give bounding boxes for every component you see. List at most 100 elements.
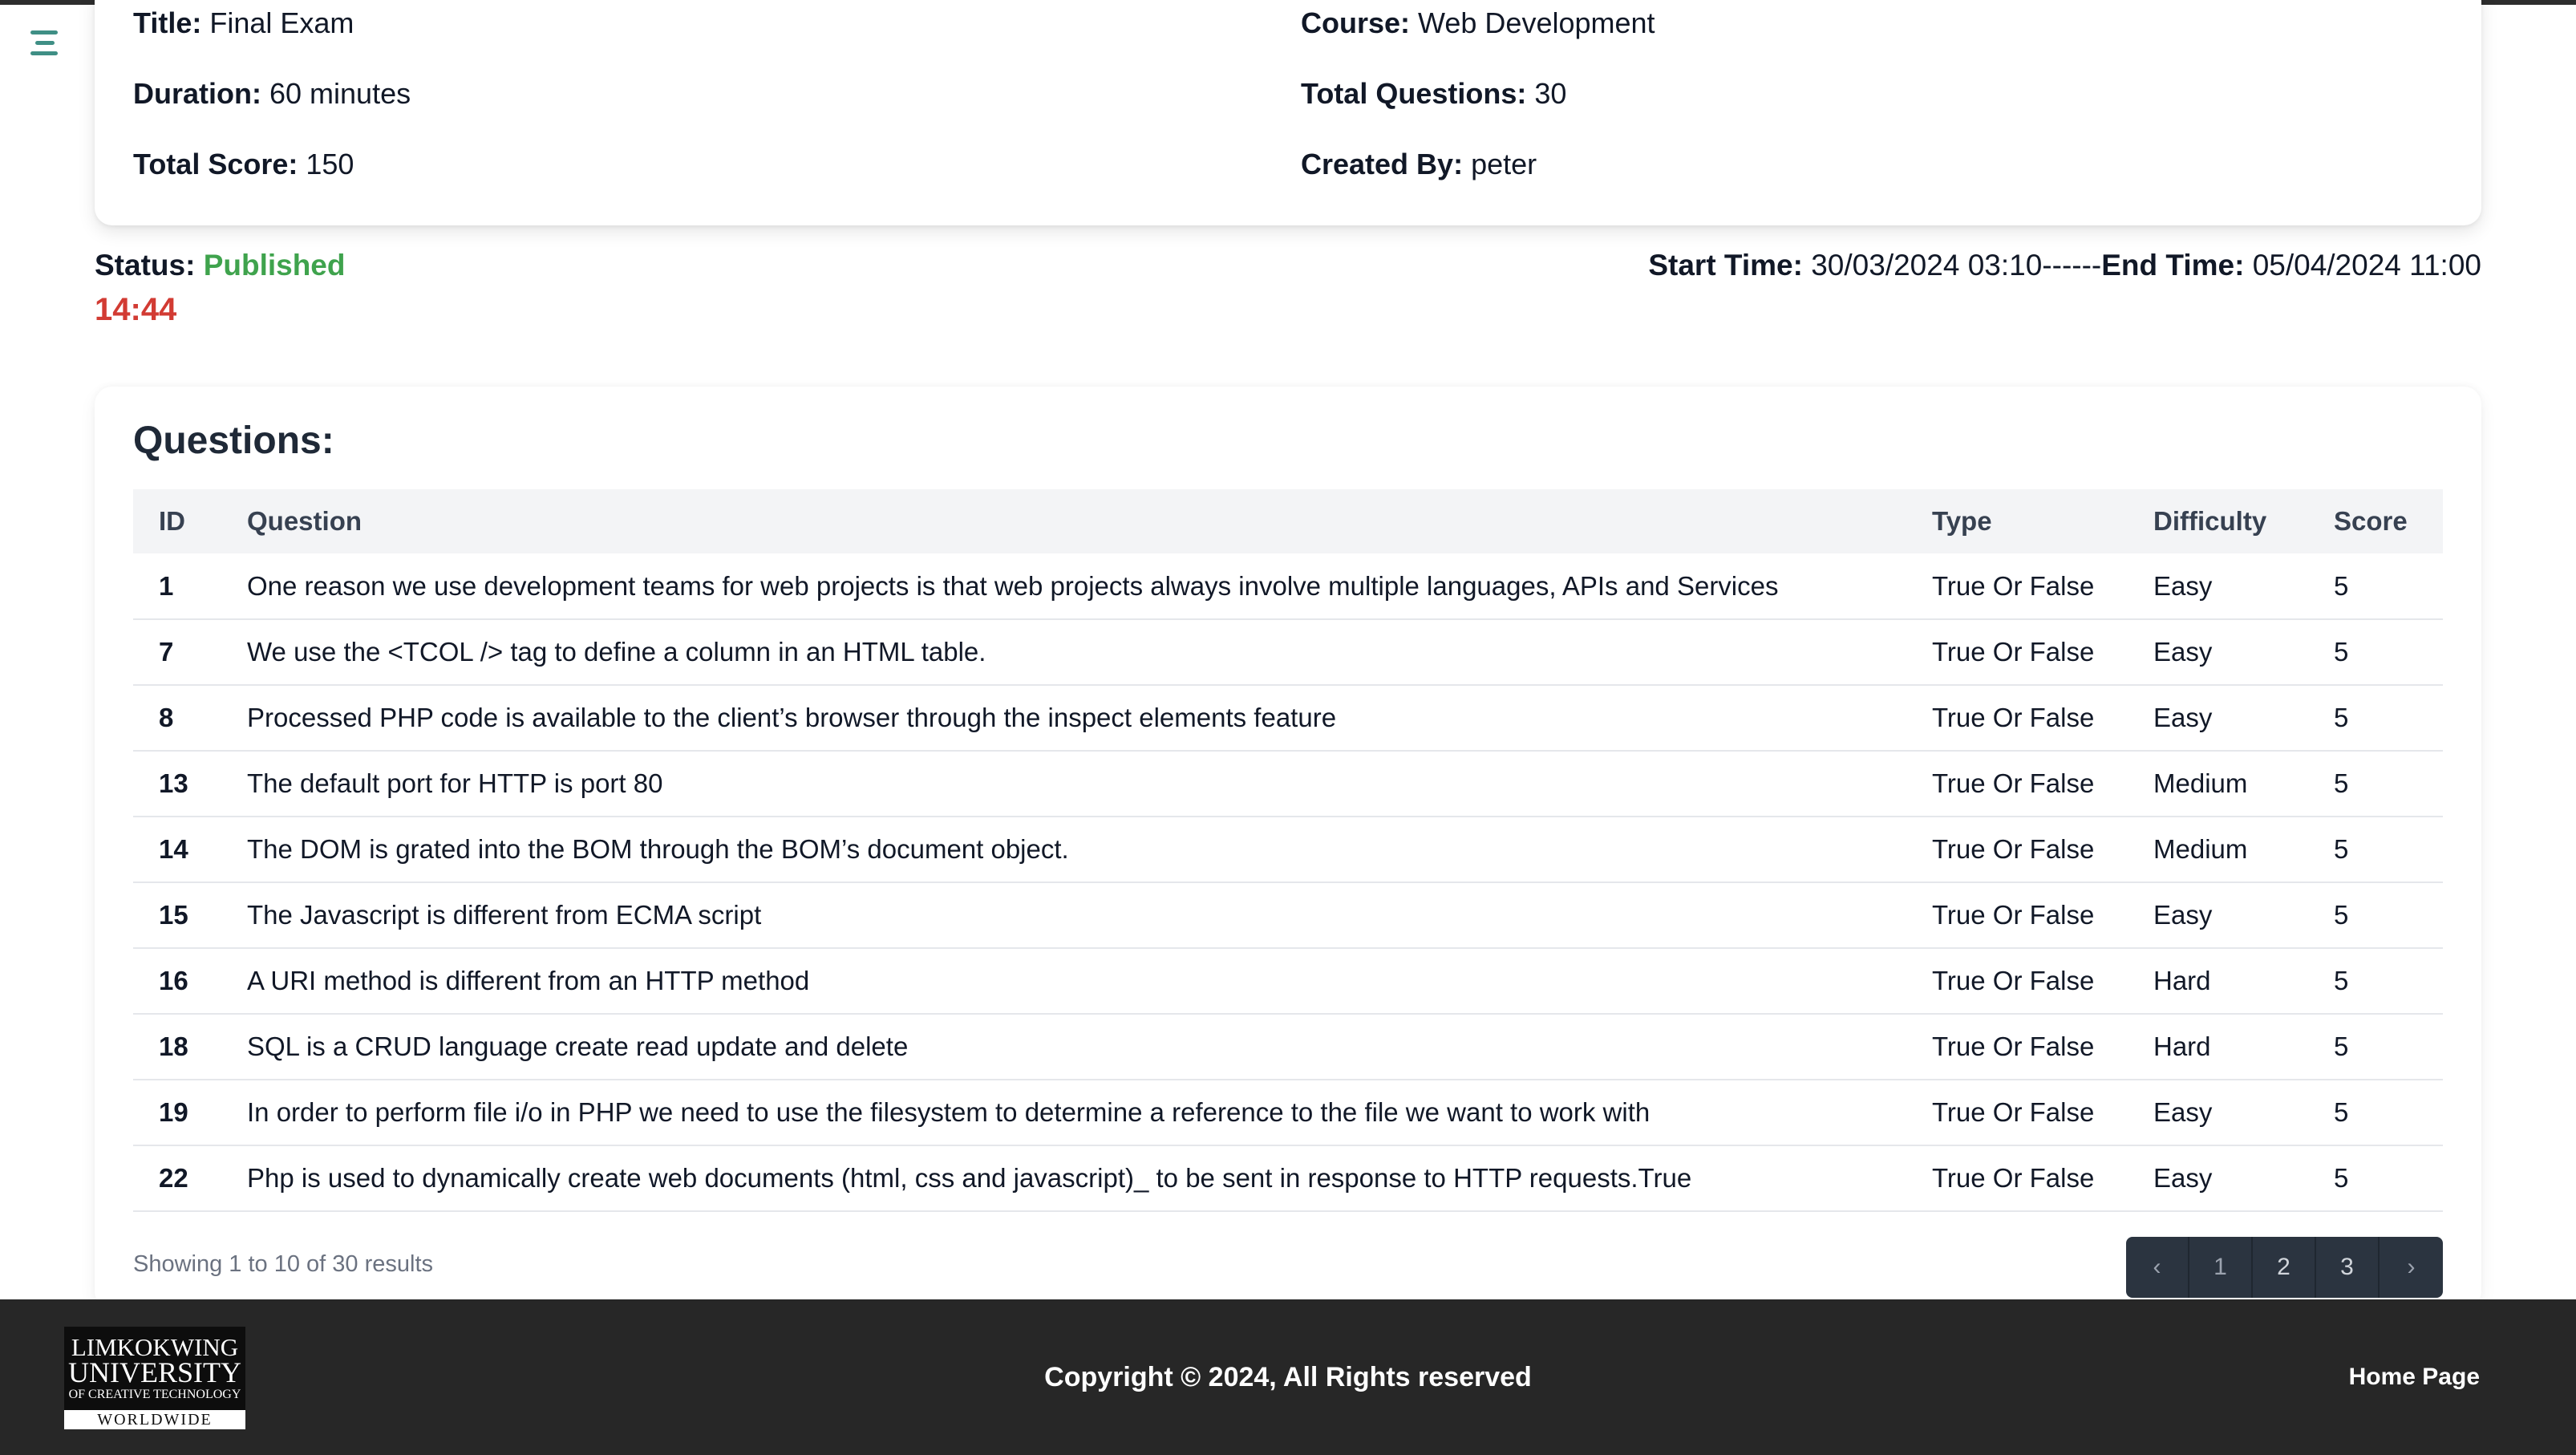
question-type: True Or False bbox=[1906, 1145, 2128, 1212]
question-type: True Or False bbox=[1906, 1080, 2128, 1146]
exam-duration-label: Duration: bbox=[133, 77, 261, 110]
table-row: 22 Php is used to dynamically create web… bbox=[133, 1145, 2443, 1212]
question-type: True Or False bbox=[1906, 751, 2128, 817]
question-type: True Or False bbox=[1906, 619, 2128, 686]
table-row: 19 In order to perform file i/o in PHP w… bbox=[133, 1080, 2443, 1146]
question-id: 15 bbox=[133, 882, 221, 949]
question-difficulty: Medium bbox=[2128, 751, 2308, 817]
page-3-button[interactable]: 3 bbox=[2316, 1237, 2380, 1298]
exam-total-questions-value: 30 bbox=[1534, 77, 1567, 110]
exam-created-by-value: peter bbox=[1471, 148, 1537, 180]
page-footer: LIMKOKWING UNIVERSITY OF CREATIVE TECHNO… bbox=[0, 1299, 2576, 1455]
question-id: 14 bbox=[133, 817, 221, 883]
exam-status: Status: Published bbox=[95, 249, 346, 282]
table-row: 15 The Javascript is different from ECMA… bbox=[133, 882, 2443, 949]
column-header-type: Type bbox=[1932, 506, 1992, 536]
question-text: A URI method is different from an HTTP m… bbox=[221, 948, 1906, 1015]
question-difficulty: Hard bbox=[2128, 1014, 2308, 1080]
question-score: 5 bbox=[2308, 1145, 2443, 1212]
question-type: True Or False bbox=[1906, 685, 2128, 752]
exam-created-by-field: Created By: peter bbox=[1301, 148, 1537, 181]
question-id: 19 bbox=[133, 1080, 221, 1146]
countdown-timer: 14:44 bbox=[95, 292, 177, 327]
pagination: ‹ 1 2 3 › bbox=[2126, 1237, 2443, 1298]
exam-title-label: Title: bbox=[133, 6, 202, 39]
question-score: 5 bbox=[2308, 882, 2443, 949]
question-text: The Javascript is different from ECMA sc… bbox=[221, 882, 1906, 949]
exam-total-score-field: Total Score: 150 bbox=[133, 148, 354, 181]
page-1-button[interactable]: 1 bbox=[2189, 1237, 2253, 1298]
question-id: 1 bbox=[133, 553, 221, 620]
question-score: 5 bbox=[2308, 948, 2443, 1015]
exam-total-questions-field: Total Questions: 30 bbox=[1301, 77, 1566, 111]
question-type: True Or False bbox=[1906, 882, 2128, 949]
question-id: 18 bbox=[133, 1014, 221, 1080]
time-separator: ------ bbox=[2042, 249, 2102, 282]
exam-total-score-value: 150 bbox=[306, 148, 354, 180]
table-row: 13 The default port for HTTP is port 80 … bbox=[133, 751, 2443, 817]
exam-total-score-label: Total Score: bbox=[133, 148, 298, 180]
question-score: 5 bbox=[2308, 751, 2443, 817]
column-header-id: ID bbox=[159, 506, 185, 536]
question-difficulty: Easy bbox=[2128, 685, 2308, 752]
table-header-row: ID Question Type Difficulty Score bbox=[133, 489, 2443, 553]
question-text: The default port for HTTP is port 80 bbox=[221, 751, 1906, 817]
status-value: Published bbox=[203, 249, 346, 282]
column-header-question: Question bbox=[247, 506, 363, 536]
exam-duration-field: Duration: 60 minutes bbox=[133, 77, 411, 111]
end-time-label: End Time: bbox=[2101, 249, 2245, 282]
column-header-difficulty: Difficulty bbox=[2153, 506, 2267, 536]
question-text: One reason we use development teams for … bbox=[221, 553, 1906, 620]
exam-info-card: Title: Final Exam Course: Web Developmen… bbox=[95, 0, 2481, 225]
table-row: 18 SQL is a CRUD language create read up… bbox=[133, 1014, 2443, 1080]
menu-bar bbox=[30, 30, 58, 34]
question-id: 16 bbox=[133, 948, 221, 1015]
question-difficulty: Easy bbox=[2128, 619, 2308, 686]
question-difficulty: Easy bbox=[2128, 553, 2308, 620]
exam-schedule: Start Time: 30/03/2024 03:10------End Ti… bbox=[1648, 249, 2481, 282]
page-2-button[interactable]: 2 bbox=[2253, 1237, 2316, 1298]
start-time-value: 30/03/2024 03:10 bbox=[1811, 249, 2043, 282]
question-score: 5 bbox=[2308, 817, 2443, 883]
question-difficulty: Easy bbox=[2128, 1145, 2308, 1212]
home-page-link[interactable]: Home Page bbox=[2349, 1364, 2480, 1391]
exam-created-by-label: Created By: bbox=[1301, 148, 1464, 180]
question-score: 5 bbox=[2308, 685, 2443, 752]
exam-course-label: Course: bbox=[1301, 6, 1411, 39]
exam-title-value: Final Exam bbox=[209, 6, 354, 39]
question-id: 22 bbox=[133, 1145, 221, 1212]
question-score: 5 bbox=[2308, 619, 2443, 686]
exam-course-value: Web Development bbox=[1418, 6, 1655, 39]
question-text: Php is used to dynamically create web do… bbox=[221, 1145, 1906, 1212]
question-type: True Or False bbox=[1906, 553, 2128, 620]
chevron-left-icon[interactable]: ‹ bbox=[2126, 1237, 2189, 1298]
column-header-score: Score bbox=[2334, 506, 2408, 536]
chevron-right-icon[interactable]: › bbox=[2380, 1237, 2443, 1298]
question-type: True Or False bbox=[1906, 948, 2128, 1015]
question-type: True Or False bbox=[1906, 817, 2128, 883]
end-time-value: 05/04/2024 11:00 bbox=[2252, 249, 2481, 282]
question-difficulty: Medium bbox=[2128, 817, 2308, 883]
question-difficulty: Hard bbox=[2128, 948, 2308, 1015]
menu-bar bbox=[30, 51, 58, 55]
results-summary: Showing 1 to 10 of 30 results bbox=[133, 1251, 434, 1277]
table-row: 1 One reason we use development teams fo… bbox=[133, 553, 2443, 620]
table-row: 7 We use the <TCOL /> tag to define a co… bbox=[133, 619, 2443, 686]
question-text: SQL is a CRUD language create read updat… bbox=[221, 1014, 1906, 1080]
hamburger-menu-icon[interactable] bbox=[27, 27, 64, 59]
questions-card: Questions: ID Question Type Difficulty S… bbox=[95, 387, 2481, 1309]
copyright-text: Copyright © 2024, All Rights reserved bbox=[1044, 1362, 1532, 1392]
table-row: 16 A URI method is different from an HTT… bbox=[133, 948, 2443, 1015]
exam-course-field: Course: Web Development bbox=[1301, 6, 1655, 40]
question-score: 5 bbox=[2308, 553, 2443, 620]
start-time-label: Start Time: bbox=[1648, 249, 1803, 282]
question-id: 8 bbox=[133, 685, 221, 752]
question-text: We use the <TCOL /> tag to define a colu… bbox=[221, 619, 1906, 686]
question-text: The DOM is grated into the BOM through t… bbox=[221, 817, 1906, 883]
logo-line: WORLDWIDE bbox=[64, 1410, 245, 1429]
question-id: 7 bbox=[133, 619, 221, 686]
question-text: Processed PHP code is available to the c… bbox=[221, 685, 1906, 752]
exam-title-field: Title: Final Exam bbox=[133, 6, 354, 40]
exam-duration-value: 60 minutes bbox=[269, 77, 411, 110]
table-row: 8 Processed PHP code is available to the… bbox=[133, 685, 2443, 752]
